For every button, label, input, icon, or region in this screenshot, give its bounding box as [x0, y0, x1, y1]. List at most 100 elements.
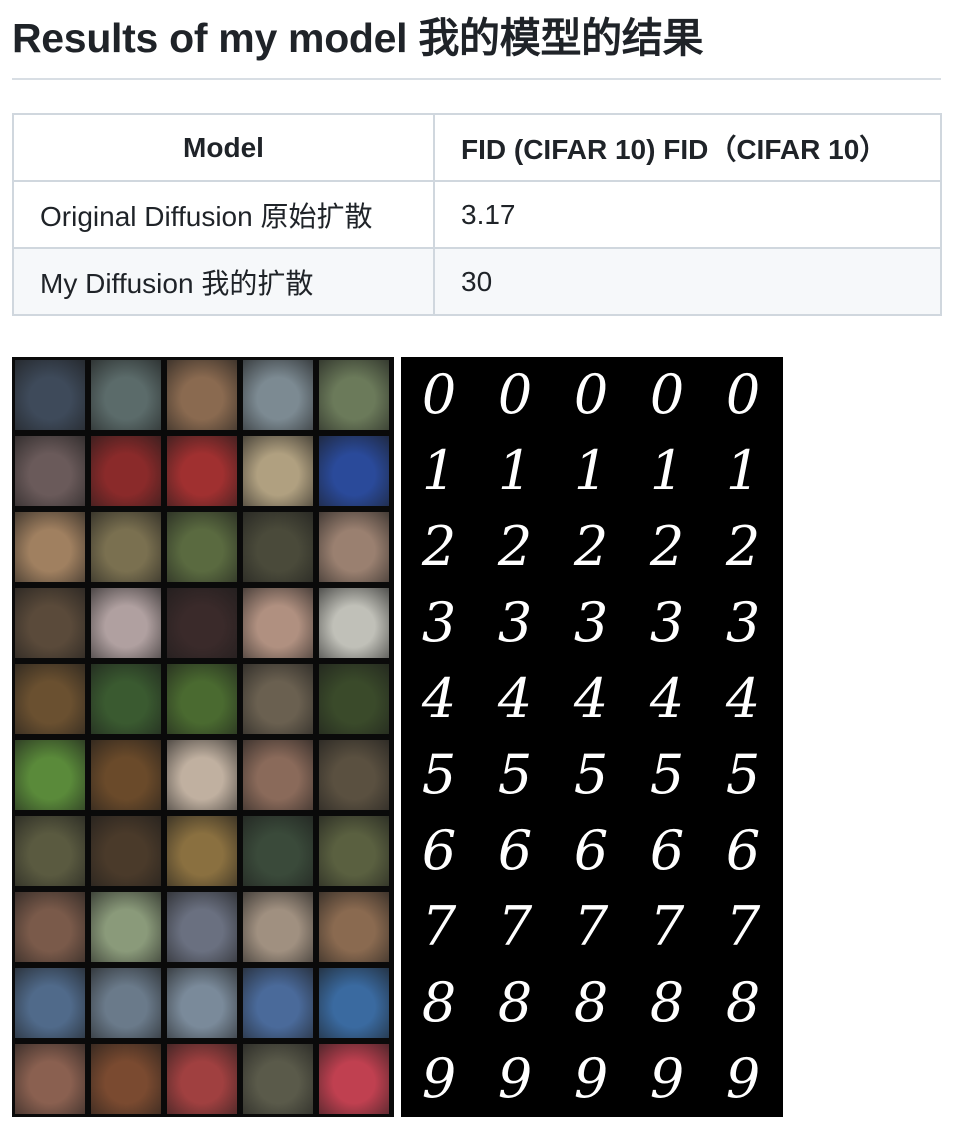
cifar-sample-tile: [319, 664, 389, 734]
mnist-digit-6: 6: [725, 819, 761, 882]
cifar-sample-tile: [15, 740, 85, 810]
mnist-digit-6: 6: [649, 819, 685, 882]
cell-model-original: Original Diffusion 原始扩散: [12, 180, 435, 249]
table-row: My Diffusion 我的扩散 30: [12, 247, 942, 316]
mnist-digit-3: 3: [497, 591, 533, 654]
mnist-digit-0: 0: [725, 363, 761, 426]
mnist-digit-0: 0: [573, 363, 609, 426]
mnist-digit-1: 1: [421, 439, 457, 502]
cifar-sample-tile: [319, 512, 389, 582]
cell-model-mine: My Diffusion 我的扩散: [12, 247, 435, 316]
mnist-digit-1: 1: [573, 439, 609, 502]
cifar-sample-tile: [243, 360, 313, 430]
mnist-digit-4: 4: [649, 667, 685, 730]
cifar-sample-tile: [167, 816, 237, 886]
cifar-sample-tile: [167, 664, 237, 734]
cifar-sample-tile: [91, 816, 161, 886]
mnist-digit-9: 9: [573, 1047, 609, 1110]
mnist-digit-6: 6: [573, 819, 609, 882]
mnist-digit-7: 7: [421, 895, 457, 958]
mnist-digit-1: 1: [725, 439, 761, 502]
mnist-digit-3: 3: [573, 591, 609, 654]
cifar-sample-tile: [167, 1044, 237, 1114]
mnist-samples-image: 0000011111222223333344444555556666677777…: [401, 357, 783, 1117]
cifar-sample-tile: [319, 892, 389, 962]
mnist-digit-8: 8: [725, 971, 761, 1034]
cifar-sample-tile: [15, 436, 85, 506]
header-model: Model: [12, 113, 435, 182]
mnist-digit-1: 1: [649, 439, 685, 502]
cifar-sample-tile: [319, 360, 389, 430]
cifar-sample-tile: [319, 968, 389, 1038]
mnist-digit-2: 2: [421, 515, 457, 578]
mnist-digit-8: 8: [573, 971, 609, 1034]
cifar-sample-tile: [91, 664, 161, 734]
mnist-digit-3: 3: [725, 591, 761, 654]
cifar-sample-tile: [243, 664, 313, 734]
cifar-sample-tile: [319, 740, 389, 810]
cifar-sample-tile: [243, 740, 313, 810]
heading-divider: [12, 78, 941, 80]
cifar-sample-tile: [167, 436, 237, 506]
mnist-digit-7: 7: [497, 895, 533, 958]
cifar-sample-tile: [319, 436, 389, 506]
mnist-digit-8: 8: [421, 971, 457, 1034]
mnist-digit-2: 2: [497, 515, 533, 578]
mnist-digit-2: 2: [649, 515, 685, 578]
cifar-sample-tile: [167, 892, 237, 962]
mnist-digit-5: 5: [649, 743, 685, 806]
cifar-sample-tile: [15, 1044, 85, 1114]
mnist-digit-4: 4: [421, 667, 457, 730]
cifar-sample-tile: [167, 968, 237, 1038]
cifar-sample-tile: [15, 512, 85, 582]
cifar-sample-tile: [243, 436, 313, 506]
cifar-sample-tile: [91, 512, 161, 582]
cifar-sample-tile: [91, 360, 161, 430]
mnist-digit-4: 4: [497, 667, 533, 730]
mnist-digit-8: 8: [649, 971, 685, 1034]
mnist-digit-1: 1: [497, 439, 533, 502]
cifar-sample-tile: [243, 588, 313, 658]
header-fid: FID (CIFAR 10) FID（CIFAR 10）: [433, 113, 942, 182]
cifar-sample-tile: [91, 892, 161, 962]
page-title: Results of my model 我的模型的结果: [12, 15, 704, 61]
mnist-digit-9: 9: [421, 1047, 457, 1110]
cifar-sample-tile: [15, 360, 85, 430]
mnist-digit-6: 6: [421, 819, 457, 882]
cifar-sample-tile: [319, 1044, 389, 1114]
cifar-sample-tile: [243, 512, 313, 582]
mnist-digit-8: 8: [497, 971, 533, 1034]
cifar-sample-tile: [243, 968, 313, 1038]
table-header-row: Model FID (CIFAR 10) FID（CIFAR 10）: [12, 113, 942, 182]
cifar-sample-tile: [243, 816, 313, 886]
cifar-sample-tile: [91, 740, 161, 810]
mnist-digit-9: 9: [497, 1047, 533, 1110]
cifar-sample-tile: [243, 1044, 313, 1114]
mnist-digit-7: 7: [649, 895, 685, 958]
mnist-digit-5: 5: [573, 743, 609, 806]
cifar-sample-tile: [15, 664, 85, 734]
cifar-sample-tile: [15, 816, 85, 886]
mnist-digit-7: 7: [725, 895, 761, 958]
cifar-sample-tile: [167, 588, 237, 658]
mnist-digit-9: 9: [649, 1047, 685, 1110]
mnist-digit-2: 2: [725, 515, 761, 578]
cifar-sample-tile: [15, 968, 85, 1038]
cifar-sample-tile: [91, 1044, 161, 1114]
mnist-digit-4: 4: [573, 667, 609, 730]
mnist-digit-9: 9: [725, 1047, 761, 1110]
mnist-digit-6: 6: [497, 819, 533, 882]
mnist-digit-0: 0: [497, 363, 533, 426]
table-row: Original Diffusion 原始扩散 3.17: [12, 180, 942, 249]
mnist-digit-4: 4: [725, 667, 761, 730]
mnist-digit-5: 5: [725, 743, 761, 806]
cifar-sample-tile: [15, 892, 85, 962]
cifar-sample-tile: [91, 436, 161, 506]
mnist-digit-5: 5: [421, 743, 457, 806]
mnist-digit-0: 0: [421, 363, 457, 426]
cifar-sample-tile: [15, 588, 85, 658]
mnist-digit-3: 3: [649, 591, 685, 654]
cell-fid-mine: 30: [433, 247, 942, 316]
cifar-sample-tile: [167, 360, 237, 430]
cifar-sample-tile: [243, 892, 313, 962]
